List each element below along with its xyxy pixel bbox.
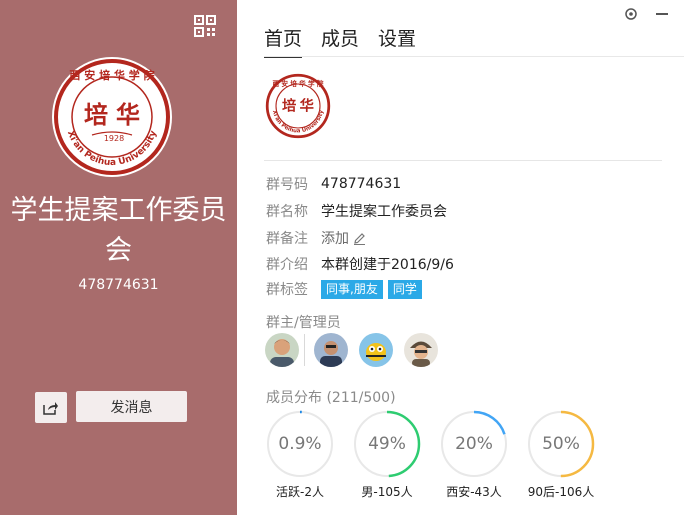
tab-bar: 首页 成员 设置 [264, 26, 435, 58]
svg-text:培: 培 [84, 100, 108, 129]
info-row-group-intro: 群介绍 本群创建于2016/9/6 [266, 254, 454, 274]
share-button[interactable] [35, 392, 67, 423]
group-name-value: 学生提案工作委员会 [321, 204, 447, 220]
group-id-text: 478774631 [78, 277, 159, 293]
tab-home[interactable]: 首页 [264, 26, 303, 58]
stat-label: 西安-43人 [446, 485, 502, 499]
edit-icon [354, 232, 365, 245]
stat-label: 男-105人 [361, 485, 413, 499]
send-message-button[interactable]: 发消息 [76, 391, 187, 422]
info-row-group-name: 群名称 学生提案工作委员会 [266, 201, 447, 221]
tab-divider [264, 56, 684, 57]
group-logo-large[interactable]: 西 安 培 华 学 院 Xi'an Peihua University 培 华 … [52, 57, 172, 177]
admin-avatars [265, 333, 449, 367]
qr-code-icon[interactable] [194, 15, 216, 37]
group-tag[interactable]: 同学 [387, 279, 422, 299]
add-note-button[interactable]: 添加 [321, 228, 366, 248]
minimize-icon[interactable] [656, 13, 668, 15]
settings-icon[interactable] [624, 7, 638, 21]
group-logo-small[interactable]: 西 安 培 华 学 院 Xi'an Peihua University 培 华 [265, 73, 331, 139]
svg-text:西 安 培 华 学 院: 西 安 培 华 学 院 [272, 79, 323, 88]
person-avatar-icon [265, 333, 299, 367]
person-avatar-icon [314, 333, 348, 367]
avatar-separator [304, 334, 305, 366]
stat-label: 活跃-2人 [276, 485, 324, 499]
info-label: 群标签 [266, 282, 308, 298]
info-label: 群备注 [266, 231, 308, 247]
avatar[interactable] [314, 333, 348, 367]
group-number-value: 478774631 [321, 176, 402, 192]
stat-active[interactable]: 0.9% 活跃-2人 [265, 409, 335, 500]
stat-ring: 50% [526, 409, 596, 479]
stat-label: 90后-106人 [527, 485, 595, 499]
avatar[interactable] [265, 333, 299, 367]
stat-ring: 49% [352, 409, 422, 479]
stat-percent: 20% [455, 434, 493, 454]
svg-text:华: 华 [116, 100, 140, 129]
stat-ring: 0.9% [265, 409, 335, 479]
members-distribution-title: 成员分布 (211/500) [266, 387, 396, 407]
tab-members[interactable]: 成员 [321, 26, 359, 56]
stat-location[interactable]: 20% 西安-43人 [439, 409, 509, 500]
stat-ring: 20% [439, 409, 509, 479]
left-panel: 西 安 培 华 学 院 Xi'an Peihua University 培 华 … [0, 0, 237, 515]
svg-text:西 安 培 华 学 院: 西 安 培 华 学 院 [69, 68, 154, 82]
add-note-label: 添加 [321, 231, 349, 247]
avatar[interactable] [404, 333, 438, 367]
tab-settings[interactable]: 设置 [378, 26, 416, 56]
admins-title: 群主/管理员 [266, 315, 341, 331]
stat-percent: 50% [542, 434, 580, 454]
avatar[interactable] [359, 333, 393, 367]
share-icon [43, 401, 58, 415]
soldier-avatar-icon [404, 333, 438, 367]
stat-age[interactable]: 50% 90后-106人 [526, 409, 596, 500]
stat-percent: 49% [368, 434, 406, 454]
svg-text:华: 华 [300, 96, 314, 114]
info-row-group-note: 群备注 添加 [266, 228, 366, 248]
info-label: 群号码 [266, 177, 308, 193]
stat-percent: 0.9% [278, 434, 322, 454]
members-title-text: 成员分布 [266, 390, 322, 406]
stat-male[interactable]: 49% 男-105人 [352, 409, 422, 500]
info-row-group-tags: 群标签 同事,朋友 同学 [266, 279, 427, 299]
group-intro-value: 本群创建于2016/9/6 [321, 257, 454, 273]
member-stats: 0.9% 活跃-2人 49% 男-105人 20% 西安-43人 50% 90后… [265, 409, 613, 500]
section-divider [264, 160, 662, 161]
info-label: 群介绍 [266, 257, 308, 273]
bee-avatar-icon [359, 333, 393, 367]
group-tag[interactable]: 同事,朋友 [321, 279, 383, 299]
group-name-title: 学生提案工作委员会 [10, 195, 227, 266]
svg-text:培: 培 [282, 96, 297, 114]
members-count: (211/500) [326, 390, 396, 406]
svg-text:1928: 1928 [104, 134, 124, 143]
university-seal-small: 西 安 培 华 学 院 Xi'an Peihua University 培 华 [265, 73, 331, 139]
info-label: 群名称 [266, 204, 308, 220]
info-row-group-number: 群号码 478774631 [266, 174, 401, 194]
university-seal: 西 安 培 华 学 院 Xi'an Peihua University 培 华 … [54, 59, 170, 175]
